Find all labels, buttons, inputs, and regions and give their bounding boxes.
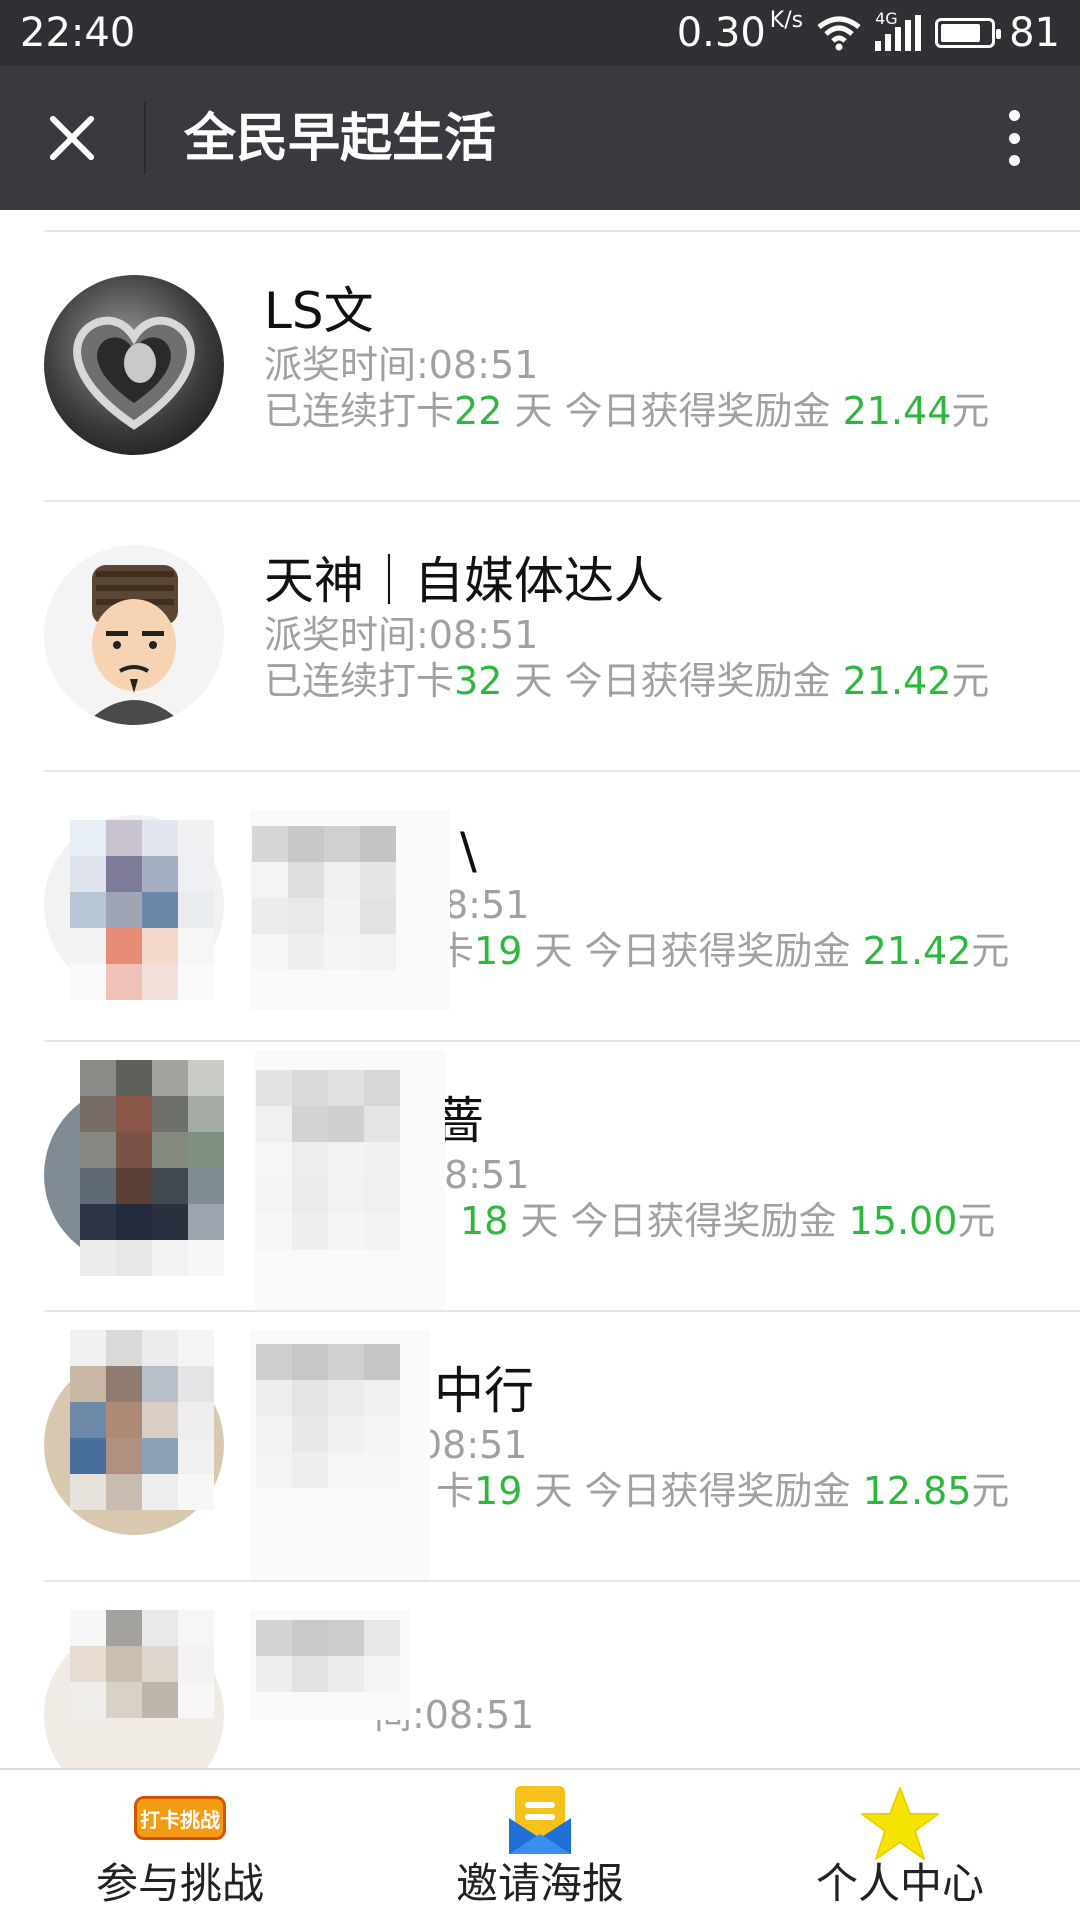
blurred-avatar-mosaic: [80, 1060, 224, 1276]
award-time: 派奖时间:08:51: [264, 613, 539, 657]
streak-suffix: 天 今日获得奖励金: [522, 1469, 863, 1513]
list-item[interactable]: 中行 08:51 卡19 天 今日获得奖励金 12.85元: [0, 1310, 1080, 1580]
cartoon-man-icon: [84, 565, 184, 725]
status-time: 22:40: [20, 10, 136, 56]
divider: [44, 1310, 1080, 1312]
user-name: LS文: [264, 282, 374, 340]
divider: [44, 770, 1080, 772]
reward-amount: 21.42: [842, 659, 952, 703]
blurred-avatar-mosaic: [70, 1610, 214, 1718]
list-item[interactable]: LS文 派奖时间:08:51 已连续打卡22 天 今日获得奖励金 21.44元: [0, 230, 1080, 500]
streak-suffix: 天 今日获得奖励金: [502, 389, 843, 433]
status-indicators: 0.30 K/s 4G 81: [677, 8, 1060, 58]
reward-amount: 15.00: [848, 1199, 958, 1243]
network-speed-unit: K/s: [769, 8, 804, 33]
streak-days: 19: [474, 1469, 523, 1513]
reward-amount: 12.85: [862, 1469, 972, 1513]
currency: 元: [957, 1199, 996, 1243]
reward-amount: 21.42: [862, 929, 972, 973]
invite-poster-icon: [509, 1786, 571, 1854]
avatar: [44, 275, 224, 455]
streak-prefix-partial: 卡: [436, 1469, 475, 1513]
item-info: LS文 派奖时间:08:51 已连续打卡22 天 今日获得奖励金 21.44元: [264, 280, 989, 434]
blurred-name-mosaic: [252, 826, 396, 970]
nav-item-join-challenge[interactable]: 打卡挑战 参与挑战: [0, 1770, 360, 1920]
bottom-nav: 打卡挑战 参与挑战 邀请海报 个人中心: [0, 1768, 1080, 1920]
divider: [44, 500, 1080, 502]
list-item[interactable]: 间:08:51: [0, 1580, 1080, 1768]
nav-label: 参与挑战: [95, 1859, 264, 1908]
battery-icon: [935, 18, 1002, 48]
status-bar: 22:40 0.30 K/s 4G 81: [0, 0, 1080, 66]
streak-days: 22: [454, 389, 503, 433]
blurred-avatar-mosaic: [70, 1330, 214, 1510]
streak-line: 已连续打卡32 天 今日获得奖励金 21.42元: [264, 658, 989, 704]
streak-prefix: 已连续打卡: [264, 389, 455, 433]
nav-item-personal-center[interactable]: 个人中心: [720, 1770, 1080, 1920]
network-speed: 0.30 K/s: [676, 8, 804, 57]
nav-item-invite-poster[interactable]: 邀请海报: [360, 1770, 720, 1920]
reward-list: LS文 派奖时间:08:51 已连续打卡22 天 今日获得奖励金 21.44元: [0, 210, 1080, 1768]
nav-label: 邀请海报: [455, 1859, 624, 1908]
streak-line: 已连续打卡22 天 今日获得奖励金 21.44元: [264, 388, 989, 434]
close-button[interactable]: [36, 102, 108, 174]
currency: 元: [971, 929, 1010, 973]
blurred-name-mosaic: [256, 1070, 400, 1250]
list-item[interactable]: \ 8:51 卡19 天 今日获得奖励金 21.42元: [0, 770, 1080, 1040]
currency: 元: [951, 389, 990, 433]
streak-suffix: 天 今日获得奖励金: [502, 659, 843, 703]
badge-text: 打卡挑战: [140, 1807, 220, 1832]
list-item[interactable]: 蔷 8:51 18 天 今日获得奖励金 15.00元: [0, 1040, 1080, 1310]
title-bar: 全民早起生活: [0, 66, 1080, 210]
cellular-signal-icon: 4G: [875, 9, 922, 51]
list-item[interactable]: 天神｜自媒体达人 派奖时间:08:51 已连续打卡32 天 今日获得奖励金 21…: [0, 500, 1080, 770]
streak-suffix: 天 今日获得奖励金: [522, 929, 863, 973]
wifi-icon: [817, 16, 861, 51]
battery-level: 81: [1009, 10, 1060, 56]
divider: [44, 1040, 1080, 1042]
network-type: 4G: [875, 9, 898, 28]
divider: [44, 1580, 1080, 1582]
more-options-button[interactable]: [988, 102, 1040, 174]
reward-amount: 21.44: [842, 389, 952, 433]
blurred-name-mosaic: [256, 1620, 400, 1692]
item-info: 天神｜自媒体达人 派奖时间:08:51 已连续打卡32 天 今日获得奖励金 21…: [264, 550, 989, 704]
currency: 元: [951, 659, 990, 703]
blurred-name-mosaic: [256, 1344, 400, 1488]
page-title: 全民早起生活: [184, 109, 497, 169]
streak-days: 32: [454, 659, 503, 703]
streak-days: 18: [460, 1199, 509, 1243]
avatar: [44, 545, 224, 725]
network-speed-value: 0.30: [676, 10, 766, 56]
divider: [44, 230, 1080, 232]
star-icon: [861, 1787, 939, 1860]
streak-suffix: 天 今日获得奖励金: [508, 1199, 849, 1243]
streak-days: 19: [474, 929, 523, 973]
heart-icon: [73, 316, 195, 430]
title-divider: [144, 102, 146, 174]
award-time: 派奖时间:08:51: [264, 343, 539, 387]
blurred-avatar-mosaic: [70, 820, 214, 1000]
nav-label: 个人中心: [815, 1859, 984, 1908]
currency: 元: [971, 1469, 1010, 1513]
checkin-challenge-icon: 打卡挑战: [134, 1796, 226, 1840]
user-name: 天神｜自媒体达人: [264, 552, 664, 610]
streak-prefix: 已连续打卡: [264, 659, 455, 703]
